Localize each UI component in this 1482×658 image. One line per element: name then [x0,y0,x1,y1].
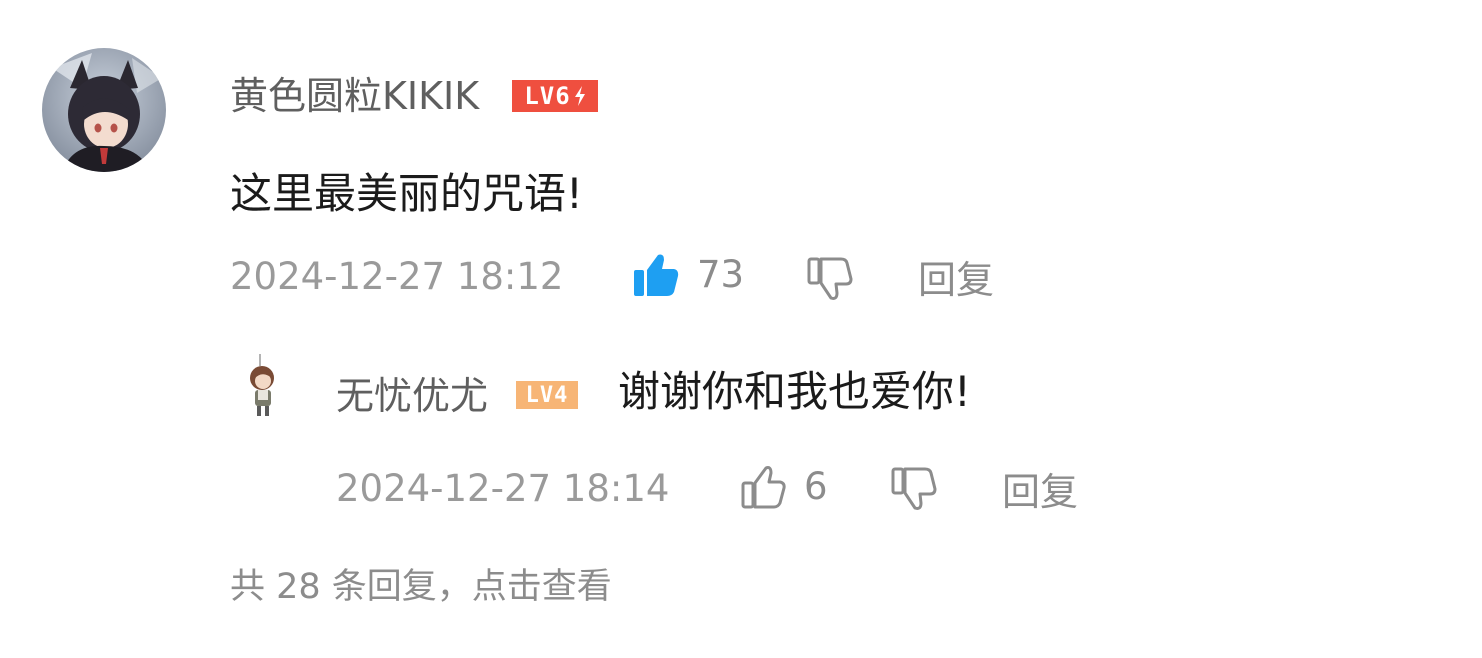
level-badge-text: LV6 [524,82,571,110]
reply-like-count: 6 [804,465,828,508]
thumbs-down-outline-icon [807,257,853,300]
lightning-icon [574,86,586,106]
username[interactable]: 黄色圆粒KIKIK [230,74,479,118]
reply-dislike-button[interactable] [890,466,938,512]
reply-like-button[interactable] [740,464,788,510]
reply-username[interactable]: 无忧优尤 [336,374,488,418]
thumbs-up-filled-icon [634,254,679,296]
reply-reply-button[interactable]: 回复 [1002,470,1078,514]
reply-text: 谢谢你和我也爱你! [618,367,971,416]
like-button[interactable] [632,252,680,298]
dislike-button[interactable] [806,256,854,302]
view-all-replies-link[interactable]: 共 28 条回复，点击查看 [230,566,612,608]
comment-text: 这里最美丽的咒语! [230,169,583,218]
reply-user-avatar[interactable] [240,354,290,420]
thumbs-down-outline-icon [891,467,937,510]
reply-button[interactable]: 回复 [918,258,994,302]
level-badge: LV6 [512,80,598,112]
thumbs-up-outline-icon [741,466,786,509]
user-avatar[interactable] [42,48,166,172]
reply-level-badge-text: LV4 [525,382,569,408]
reply-level-badge: LV4 [516,381,578,409]
anime-avatar-image [42,48,166,172]
reply-timestamp: 2024-12-27 18:14 [336,467,670,510]
comment-timestamp: 2024-12-27 18:12 [230,255,564,298]
like-count: 73 [697,253,745,296]
chibi-avatar-image [250,354,274,416]
